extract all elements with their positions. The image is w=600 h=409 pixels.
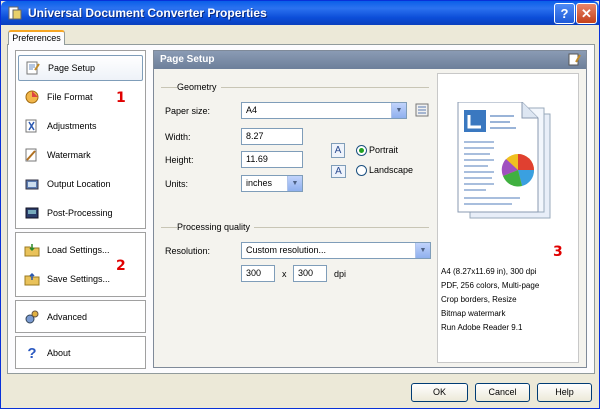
properties-window: Universal Document Converter Properties … [0, 0, 600, 409]
ok-button[interactable]: OK [411, 383, 468, 402]
title-bar: Universal Document Converter Properties … [1, 1, 599, 25]
preview-info-line: Run Adobe Reader 9.1 [441, 323, 523, 332]
units-select[interactable]: inches ▼ [241, 175, 303, 192]
file-format-icon [23, 88, 41, 106]
sidebar-main-group: Page Setup File Format Adjustments Water… [15, 50, 146, 229]
sidebar-item-label: Watermark [47, 150, 91, 160]
paper-size-label: Paper size: [165, 106, 211, 116]
window-title: Universal Document Converter Properties [28, 6, 267, 20]
paper-size-value: A4 [246, 105, 258, 115]
resolution-label: Resolution: [165, 246, 211, 256]
dpi-separator: x [282, 269, 287, 279]
units-label: Units: [165, 179, 189, 189]
preview-info-line: Crop borders, Resize [441, 295, 517, 304]
landscape-label: Landscape [369, 165, 414, 175]
resolution-value: Custom resolution... [246, 245, 327, 255]
sidebar-item-adjustments[interactable]: Adjustments [18, 113, 143, 139]
quality-group-label: Processing quality [177, 222, 255, 232]
resolution-select[interactable]: Custom resolution... ▼ [241, 242, 431, 259]
chevron-down-icon[interactable]: ▼ [391, 103, 406, 118]
sidebar-advanced-group: Advanced [15, 300, 146, 333]
paper-details-icon[interactable] [415, 103, 429, 117]
preview-info-line: Bitmap watermark [441, 309, 506, 318]
sidebar-item-label: Load Settings... [47, 245, 110, 255]
dpi-y-input[interactable]: 300 [293, 265, 327, 282]
panel-title: Page Setup [154, 51, 586, 69]
sidebar-item-output-location[interactable]: Output Location [18, 171, 143, 197]
landscape-orientation-icon: A [331, 165, 346, 178]
units-value: inches [246, 178, 273, 188]
width-input[interactable]: 8.27 [241, 128, 303, 145]
save-settings-icon [23, 270, 41, 288]
close-button[interactable]: ✕ [576, 3, 597, 24]
help-title-button[interactable]: ? [554, 3, 575, 24]
sidebar-item-label: Page Setup [48, 63, 96, 73]
app-icon [8, 6, 22, 20]
chevron-down-icon[interactable]: ▼ [287, 176, 302, 191]
post-processing-icon [23, 204, 41, 222]
question-mark-icon: ? [27, 344, 37, 362]
gears-icon [23, 308, 41, 326]
width-label: Width: [165, 132, 191, 142]
annotation-marker-3: 3 [553, 244, 563, 260]
advanced-button[interactable]: Advanced [18, 304, 143, 330]
load-settings-icon [23, 241, 41, 259]
sidebar-item-label: Advanced [47, 312, 88, 322]
sidebar-settings-group: Load Settings... Save Settings... [15, 232, 146, 297]
height-label: Height: [165, 155, 194, 165]
adjustments-icon [23, 117, 41, 135]
sidebar-item-label: Adjustments [47, 121, 97, 131]
paper-size-select[interactable]: A4 ▼ [241, 102, 407, 119]
chevron-down-icon[interactable]: ▼ [415, 243, 430, 258]
page-setup-icon [24, 59, 42, 77]
tab-preferences[interactable]: Preferences [8, 30, 65, 45]
sidebar-about-group: ? About [15, 336, 146, 369]
sidebar-item-label: Save Settings... [47, 274, 111, 284]
sidebar-item-label: Output Location [47, 179, 111, 189]
portrait-radio[interactable] [356, 145, 367, 156]
panel-title-text: Page Setup [160, 54, 215, 65]
annotation-marker-1: 1 [116, 90, 126, 106]
output-location-icon [23, 175, 41, 193]
watermark-icon [23, 146, 41, 164]
annotation-marker-2: 2 [116, 258, 126, 274]
help-button[interactable]: Help [537, 383, 592, 402]
about-button[interactable]: ? About [18, 340, 143, 366]
portrait-orientation-icon: A [331, 143, 345, 158]
page-setup-header-icon [568, 53, 581, 66]
preview-info-line: A4 (8.27x11.69 in), 300 dpi [441, 267, 537, 276]
sidebar-item-post-processing[interactable]: Post-Processing [18, 200, 143, 226]
geometry-group-label: Geometry [177, 82, 221, 92]
portrait-label: Portrait [369, 145, 399, 155]
sidebar-item-watermark[interactable]: Watermark [18, 142, 143, 168]
dpi-x-input[interactable]: 300 [241, 265, 275, 282]
sidebar-item-label: About [47, 348, 71, 358]
height-input[interactable]: 11.69 [241, 151, 303, 168]
dpi-unit-label: dpi [334, 269, 347, 279]
cancel-button[interactable]: Cancel [475, 383, 530, 402]
sidebar-item-label: Post-Processing [47, 208, 113, 218]
sidebar-item-label: File Format [47, 92, 93, 102]
preview-pane: A4 (8.27x11.69 in), 300 dpi PDF, 256 col… [437, 73, 579, 363]
document-preview-image [457, 102, 551, 219]
landscape-radio[interactable] [356, 165, 367, 176]
sidebar-item-page-setup[interactable]: Page Setup [18, 55, 143, 81]
preview-info-line: PDF, 256 colors, Multi-page [441, 281, 540, 290]
